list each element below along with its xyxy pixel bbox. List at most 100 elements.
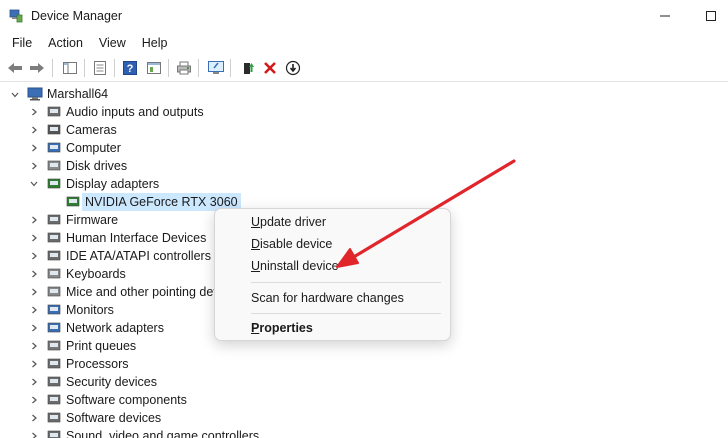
uninstall-button[interactable] xyxy=(260,58,280,78)
back-icon xyxy=(8,63,22,73)
tree-category-item[interactable]: Human Interface Devices xyxy=(66,229,206,247)
tree-category-item[interactable]: Computer xyxy=(66,139,121,157)
uninstall-icon xyxy=(264,62,276,74)
disk-drive-icon xyxy=(47,160,61,171)
speaker-icon xyxy=(47,106,61,117)
chevron-right-icon[interactable] xyxy=(29,269,39,279)
tree-category-item[interactable]: Disk drives xyxy=(66,157,127,175)
minimize-button[interactable] xyxy=(642,0,688,32)
sound-controller-icon xyxy=(47,430,61,438)
camera-icon xyxy=(47,124,61,135)
printer-icon xyxy=(47,340,61,351)
disable-button[interactable] xyxy=(283,58,303,78)
tree-category-item[interactable]: Display adapters xyxy=(66,175,159,193)
display-adapter-icon xyxy=(47,178,61,189)
firmware-icon xyxy=(47,214,61,225)
tree-category-item[interactable]: Sound, video and game controllers xyxy=(66,427,259,438)
ctx-update-driver[interactable]: Update driver xyxy=(251,213,326,231)
menu-bar: File Action View Help xyxy=(0,32,728,54)
chevron-right-icon[interactable] xyxy=(29,395,39,405)
maximize-button[interactable] xyxy=(688,0,728,32)
ctx-properties[interactable]: Properties xyxy=(251,319,313,337)
chevron-right-icon[interactable] xyxy=(29,233,39,243)
chevron-right-icon[interactable] xyxy=(29,377,39,387)
menu-file[interactable]: File xyxy=(4,32,40,54)
properties-icon xyxy=(94,61,106,75)
help-button[interactable]: ? xyxy=(120,58,140,78)
chevron-right-icon[interactable] xyxy=(29,161,39,171)
chevron-right-icon[interactable] xyxy=(29,359,39,369)
tree-category-item[interactable]: Mice and other pointing dev xyxy=(66,283,220,301)
back-button[interactable] xyxy=(5,58,25,78)
chevron-right-icon[interactable] xyxy=(29,305,39,315)
monitor-icon xyxy=(47,304,61,315)
ctx-properties-label: roperties xyxy=(259,321,313,335)
ctx-disable-device[interactable]: Disable device xyxy=(251,235,332,253)
tree-category-item[interactable]: Monitors xyxy=(66,301,114,319)
context-menu: Update driver Disable device Uninstall d… xyxy=(214,208,451,341)
tree-category-item[interactable]: Cameras xyxy=(66,121,117,139)
computer-root-icon xyxy=(27,87,43,101)
keyboard-icon xyxy=(47,268,61,279)
security-device-icon xyxy=(47,376,61,387)
chevron-right-icon[interactable] xyxy=(29,341,39,351)
network-adapter-icon xyxy=(47,322,61,333)
ctx-disable-device-label: isable device xyxy=(260,237,333,251)
chevron-right-icon[interactable] xyxy=(29,287,39,297)
tree-category-item[interactable]: IDE ATA/ATAPI controllers xyxy=(66,247,211,265)
print-icon xyxy=(177,61,191,75)
window-title: Device Manager xyxy=(31,9,123,23)
tree-root-label[interactable]: Marshall64 xyxy=(47,85,108,103)
ctx-uninstall-device[interactable]: Uninstall device xyxy=(251,257,339,275)
menu-action[interactable]: Action xyxy=(40,32,91,54)
chevron-right-icon[interactable] xyxy=(29,431,39,438)
forward-icon xyxy=(30,63,44,73)
tree-category-item[interactable]: Software devices xyxy=(66,409,161,427)
print-button[interactable] xyxy=(174,58,194,78)
software-component-icon xyxy=(47,394,61,405)
minimize-icon xyxy=(660,15,670,17)
chevron-right-icon[interactable] xyxy=(29,413,39,423)
chevron-down-icon[interactable] xyxy=(10,90,20,100)
tree-category-item[interactable]: Audio inputs and outputs xyxy=(66,103,204,121)
tree-category-item[interactable]: Firmware xyxy=(66,211,118,229)
ctx-separator xyxy=(251,313,441,314)
mouse-icon xyxy=(47,286,61,297)
details-view-button[interactable] xyxy=(144,58,164,78)
tree-category-item[interactable]: Network adapters xyxy=(66,319,164,337)
tree-category-item[interactable]: Security devices xyxy=(66,373,157,391)
device-manager-icon xyxy=(9,9,23,23)
scan-hardware-icon xyxy=(208,61,224,74)
chevron-right-icon[interactable] xyxy=(29,215,39,225)
chevron-right-icon[interactable] xyxy=(29,143,39,153)
toolbar: ? xyxy=(0,54,728,82)
menu-view[interactable]: View xyxy=(91,32,134,54)
help-icon: ? xyxy=(123,61,137,75)
update-driver-button[interactable] xyxy=(238,58,258,78)
hid-icon xyxy=(47,232,61,243)
tree-category-item[interactable]: Software components xyxy=(66,391,187,409)
chevron-right-icon[interactable] xyxy=(29,125,39,135)
computer-icon xyxy=(47,142,61,153)
gpu-icon xyxy=(66,196,80,207)
chevron-right-icon[interactable] xyxy=(29,251,39,261)
ctx-scan-hardware[interactable]: Scan for hardware changes xyxy=(251,289,404,307)
menu-help[interactable]: Help xyxy=(134,32,176,54)
svg-text:?: ? xyxy=(127,63,134,75)
chevron-down-icon[interactable] xyxy=(29,179,39,189)
show-hide-tree-icon xyxy=(63,62,77,74)
tree-category-item[interactable]: Keyboards xyxy=(66,265,126,283)
maximize-icon xyxy=(706,11,716,21)
properties-button[interactable] xyxy=(90,58,110,78)
show-hide-tree-button[interactable] xyxy=(60,58,80,78)
title-bar: Device Manager xyxy=(0,0,728,32)
processor-icon xyxy=(47,358,61,369)
tree-category-item[interactable]: Processors xyxy=(66,355,129,373)
forward-button[interactable] xyxy=(27,58,47,78)
tree-category-item[interactable]: Print queues xyxy=(66,337,136,355)
ctx-update-driver-label: pdate driver xyxy=(260,215,327,229)
scan-hardware-button[interactable] xyxy=(206,58,226,78)
ide-controller-icon xyxy=(47,250,61,261)
chevron-right-icon[interactable] xyxy=(29,323,39,333)
chevron-right-icon[interactable] xyxy=(29,107,39,117)
